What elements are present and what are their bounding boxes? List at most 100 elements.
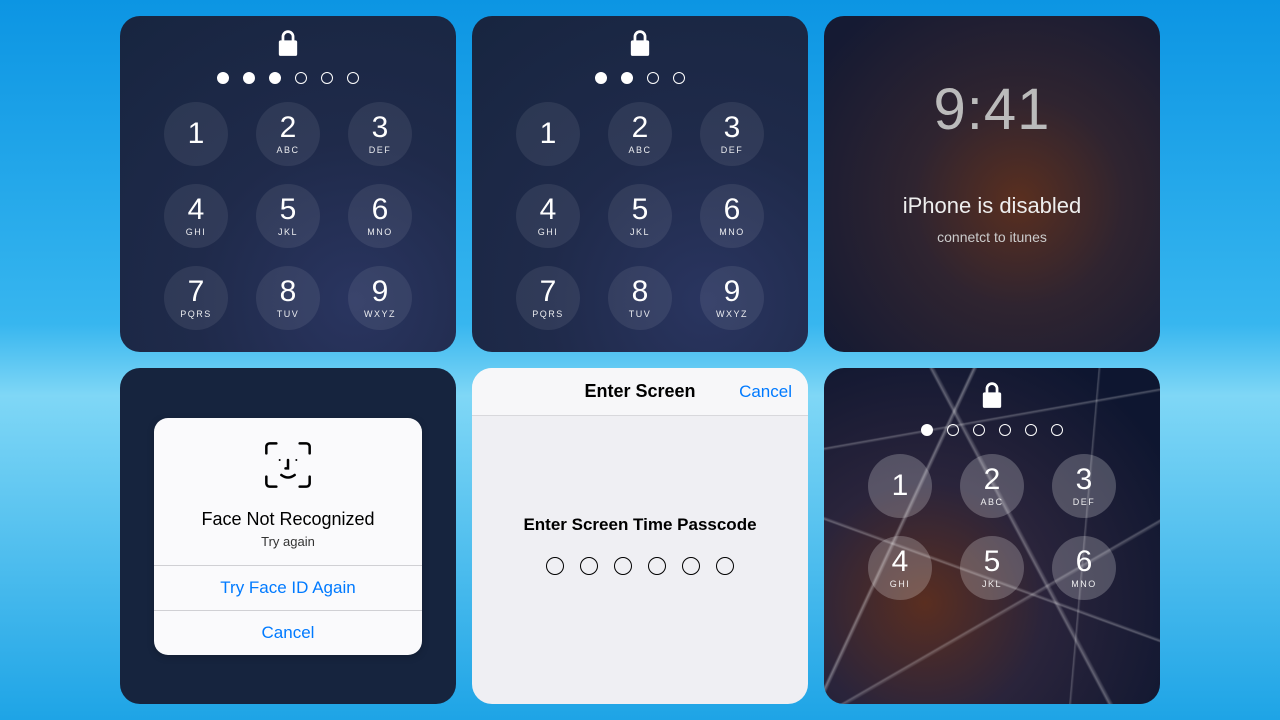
keypad-key-1[interactable]: 1	[516, 102, 580, 166]
keypad-key-4[interactable]: 4GHI	[164, 184, 228, 248]
keypad-key-1[interactable]: 1	[164, 102, 228, 166]
passcode-dot	[321, 72, 333, 84]
key-letters: JKL	[630, 227, 650, 237]
keypad-key-9[interactable]: 9 WXYZ	[348, 266, 412, 330]
disabled-subtitle: connetct to itunes	[824, 229, 1160, 245]
key-number: 9	[372, 277, 389, 307]
key-number: 5	[280, 195, 297, 225]
keypad-key-4[interactable]: 4 GHI	[868, 536, 932, 600]
keypad-key-7[interactable]: 7PQRS	[516, 266, 580, 330]
passcode-dot	[716, 557, 734, 575]
nav-bar: Enter Screen Cancel	[472, 368, 808, 416]
key-letters: MNO	[1071, 579, 1097, 589]
passcode-dot	[947, 424, 959, 436]
keypad: 1 2 ABC 3DEF 4 GHI 5 JKL 6MNO	[824, 454, 1160, 600]
key-letters: WXYZ	[364, 309, 396, 319]
key-number: 5	[984, 547, 1001, 577]
passcode-dot	[347, 72, 359, 84]
iphone-disabled-screen: 9:41 iPhone is disabled connetct to itun…	[824, 16, 1160, 352]
clock-time: 9:41	[824, 76, 1160, 143]
passcode-dot	[921, 424, 933, 436]
key-number: 1	[540, 119, 557, 149]
passcode-dot	[595, 72, 607, 84]
key-number: 3	[724, 113, 741, 143]
screen-time-passcode-screen: Enter Screen Cancel Enter Screen Time Pa…	[472, 368, 808, 704]
lock-icon	[981, 382, 1003, 410]
key-number: 7	[540, 277, 557, 307]
cancel-button[interactable]: Cancel	[739, 382, 792, 402]
keypad-key-9[interactable]: 9 WXYZ	[700, 266, 764, 330]
keypad-key-2[interactable]: 2 ABC	[608, 102, 672, 166]
key-letters: ABC	[980, 497, 1003, 507]
keypad-key-2[interactable]: 2 ABC	[960, 454, 1024, 518]
faceid-fail-screen: Face Not Recognized Try again Try Face I…	[120, 368, 456, 704]
keypad-key-5[interactable]: 5JKL	[256, 184, 320, 248]
keypad-key-5[interactable]: 5 JKL	[960, 536, 1024, 600]
keypad-key-4[interactable]: 4GHI	[516, 184, 580, 248]
key-letters: WXYZ	[716, 309, 748, 319]
passcode-dot	[673, 72, 685, 84]
key-letters: MNO	[719, 227, 745, 237]
key-number: 6	[372, 195, 389, 225]
key-number: 2	[632, 113, 649, 143]
keypad-key-3[interactable]: 3 DEF	[700, 102, 764, 166]
key-number: 7	[188, 277, 205, 307]
passcode-dots	[921, 424, 1063, 436]
passcode-dot	[269, 72, 281, 84]
keypad-key-8[interactable]: 8TUV	[608, 266, 672, 330]
passcode-dot	[614, 557, 632, 575]
passcode-dot	[682, 557, 700, 575]
alert-title: Face Not Recognized	[170, 509, 406, 530]
disabled-title: iPhone is disabled	[824, 193, 1160, 219]
key-number: 1	[188, 119, 205, 149]
lock-icon	[277, 30, 299, 58]
keypad: 1 2 ABC 3 DEF 4GHI 5JKL 6 MNO 7 PQRS 8 TUV 9 WXYZ	[120, 102, 456, 330]
passcode-screen-cracked: 1 2 ABC 3DEF 4 GHI 5 JKL 6MNO	[824, 368, 1160, 704]
passcode-screen-6digit: 1 2 ABC 3 DEF 4GHI 5JKL 6 MNO 7 PQRS 8 TUV 9 WXYZ	[120, 16, 456, 352]
keypad-key-5[interactable]: 5JKL	[608, 184, 672, 248]
passcode-dot	[621, 72, 633, 84]
faceid-alert: Face Not Recognized Try again Try Face I…	[154, 418, 422, 655]
key-letters: GHI	[186, 227, 207, 237]
key-number: 2	[280, 113, 297, 143]
keypad-key-3[interactable]: 3DEF	[1052, 454, 1116, 518]
key-letters: PQRS	[180, 309, 212, 319]
key-letters: GHI	[890, 579, 911, 589]
keypad-key-6[interactable]: 6 MNO	[348, 184, 412, 248]
key-letters: TUV	[277, 309, 300, 319]
key-number: 4	[540, 195, 557, 225]
keypad-key-6[interactable]: 6MNO	[700, 184, 764, 248]
key-letters: MNO	[367, 227, 393, 237]
cancel-button[interactable]: Cancel	[154, 610, 422, 655]
passcode-dot	[243, 72, 255, 84]
passcode-dot	[546, 557, 564, 575]
key-number: 8	[280, 277, 297, 307]
key-letters: ABC	[276, 145, 299, 155]
key-number: 9	[724, 277, 741, 307]
keypad: 1 2 ABC 3 DEF 4GHI 5JKL 6MNO 7PQRS 8TUV 9 WXYZ	[472, 102, 808, 330]
keypad-key-6[interactable]: 6MNO	[1052, 536, 1116, 600]
keypad-key-7[interactable]: 7 PQRS	[164, 266, 228, 330]
alert-subtitle: Try again	[170, 534, 406, 549]
keypad-key-2[interactable]: 2 ABC	[256, 102, 320, 166]
key-number: 2	[984, 465, 1001, 495]
key-letters: ABC	[628, 145, 651, 155]
nav-title: Enter Screen	[584, 381, 695, 402]
key-letters: JKL	[982, 579, 1002, 589]
passcode-dot	[973, 424, 985, 436]
try-faceid-again-button[interactable]: Try Face ID Again	[154, 565, 422, 610]
key-letters: DEF	[1073, 497, 1096, 507]
keypad-key-1[interactable]: 1	[868, 454, 932, 518]
key-letters: DEF	[369, 145, 392, 155]
passcode-dot	[999, 424, 1011, 436]
key-letters: DEF	[721, 145, 744, 155]
lock-icon	[629, 30, 651, 58]
key-number: 8	[632, 277, 649, 307]
key-number: 1	[892, 471, 909, 501]
key-number: 4	[892, 547, 909, 577]
key-number: 3	[372, 113, 389, 143]
keypad-key-3[interactable]: 3 DEF	[348, 102, 412, 166]
passcode-dot	[1025, 424, 1037, 436]
keypad-key-8[interactable]: 8 TUV	[256, 266, 320, 330]
passcode-dot	[580, 557, 598, 575]
